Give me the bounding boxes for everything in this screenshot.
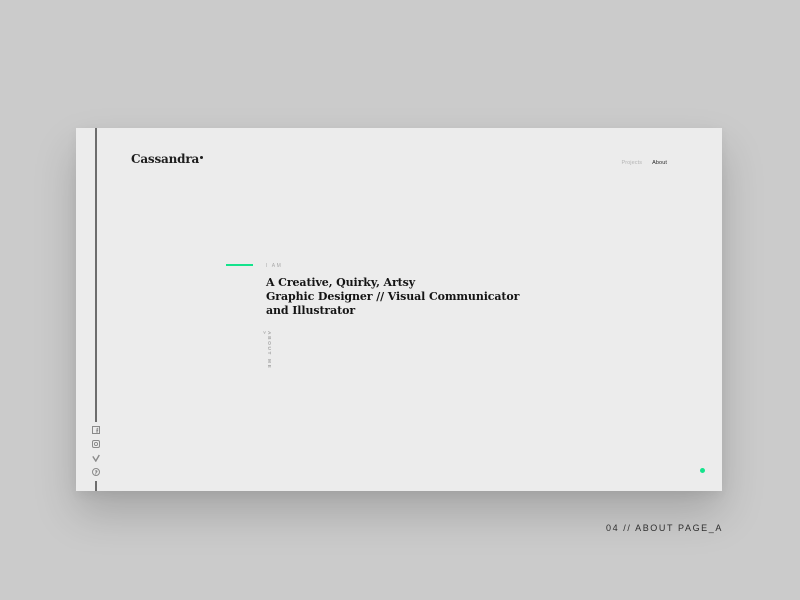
nav-item-about[interactable]: About: [652, 160, 667, 166]
facebook-icon[interactable]: [92, 426, 100, 434]
headline-line-1: A Creative, Quirky, Artsy: [266, 276, 416, 289]
hero-eyebrow: I AM: [266, 263, 283, 269]
stage: Cassandra Projects About I AM A Creative…: [0, 0, 800, 600]
pinterest-icon[interactable]: [92, 468, 100, 476]
nav-item-projects[interactable]: Projects: [621, 160, 642, 166]
page-card: Cassandra Projects About I AM A Creative…: [76, 128, 722, 491]
status-dot: [700, 468, 705, 473]
headline-line-3: and Illustrator: [266, 304, 356, 317]
left-rule-bottom: [95, 481, 97, 491]
instagram-icon[interactable]: [92, 440, 100, 448]
top-nav: Projects About: [621, 160, 667, 166]
accent-line: [226, 264, 253, 266]
slide-caption: 04 // ABOUT PAGE_A: [605, 523, 723, 533]
brand-logo-dot: [200, 156, 204, 159]
left-rule-top: [95, 128, 97, 422]
headline-line-2: Graphic Designer // Visual Communicator: [266, 290, 520, 303]
about-me-link[interactable]: ABOUT ME >: [261, 331, 271, 373]
social-links: [91, 426, 101, 476]
vimeo-icon[interactable]: [92, 454, 100, 462]
hero-headline: A Creative, Quirky, Artsy Graphic Design…: [266, 276, 519, 318]
brand-logo[interactable]: Cassandra: [131, 152, 204, 166]
brand-logo-text: Cassandra: [131, 152, 200, 166]
